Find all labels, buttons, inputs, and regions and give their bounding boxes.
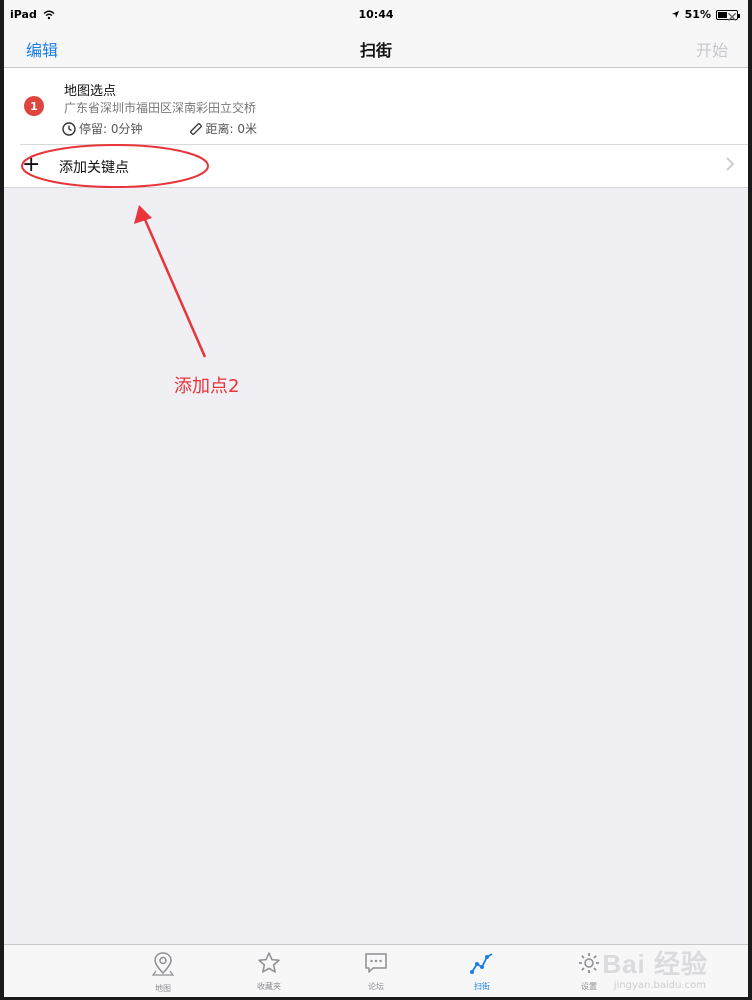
tab-forum-label: 论坛: [368, 982, 384, 991]
waypoint-title: 地图选点: [64, 84, 117, 99]
location-arrow-icon: [671, 10, 679, 19]
waypoint-meta: 停留: 0分钟 距离: 0米: [62, 120, 257, 137]
clock-icon: [62, 121, 76, 136]
map-pin-icon: [151, 952, 175, 976]
tab-map[interactable]: 地图: [133, 951, 193, 994]
start-button[interactable]: 开始: [696, 37, 728, 61]
navigation-bar: 编辑 扫街 开始: [4, 30, 748, 68]
status-bar: iPad 10:44 51%: [4, 0, 748, 30]
waypoint-address: 广东省深圳市福田区深南彩田立交桥: [64, 101, 257, 115]
tab-forum[interactable]: 论坛: [346, 951, 406, 992]
watermark-url: jingyan.baidu.com: [613, 980, 706, 991]
star-icon: [258, 952, 280, 973]
stay-duration: 停留: 0分钟: [79, 122, 143, 136]
route-icon: [470, 953, 493, 974]
baidu-watermark: Bai 经验 jingyan.baidu.com: [602, 944, 708, 991]
app-frame: iPad 10:44 51% 编辑 扫街 开始 1 地图选点 广东省深圳市福田区…: [4, 0, 748, 997]
battery-percent: 51%: [684, 8, 711, 21]
add-keypoint-label: 添加关键点: [59, 160, 129, 176]
close-icon[interactable]: ✕: [726, 10, 738, 26]
chevron-right-icon: [726, 157, 734, 171]
page-title: 扫街: [359, 41, 392, 60]
plus-icon: +: [22, 152, 41, 177]
ruler-icon: [189, 122, 202, 135]
tab-settings-label: 设置: [581, 982, 597, 991]
status-time: 10:44: [358, 8, 394, 21]
tab-street-scan[interactable]: 扫街: [452, 951, 512, 992]
watermark-brand: Bai 经验: [602, 949, 708, 979]
tab-favorites[interactable]: 收藏夹: [239, 951, 299, 992]
gear-icon: [579, 953, 599, 973]
tab-favorites-label: 收藏夹: [257, 982, 281, 991]
tab-street-scan-label: 扫街: [474, 982, 490, 991]
chat-icon: [365, 953, 387, 973]
waypoint-number-badge: 1: [24, 96, 44, 116]
distance-value: 距离: 0米: [205, 122, 258, 136]
waypoint-row[interactable]: 1 地图选点 广东省深圳市福田区深南彩田立交桥 停留: 0分钟 距离: 0米: [20, 68, 748, 145]
waypoint-list: 1 地图选点 广东省深圳市福田区深南彩田立交桥 停留: 0分钟 距离: 0米 +…: [4, 68, 748, 188]
tab-map-label: 地图: [155, 984, 171, 993]
add-keypoint-row[interactable]: + 添加关键点: [4, 145, 748, 187]
annotation-label: 添加点2: [174, 376, 240, 397]
